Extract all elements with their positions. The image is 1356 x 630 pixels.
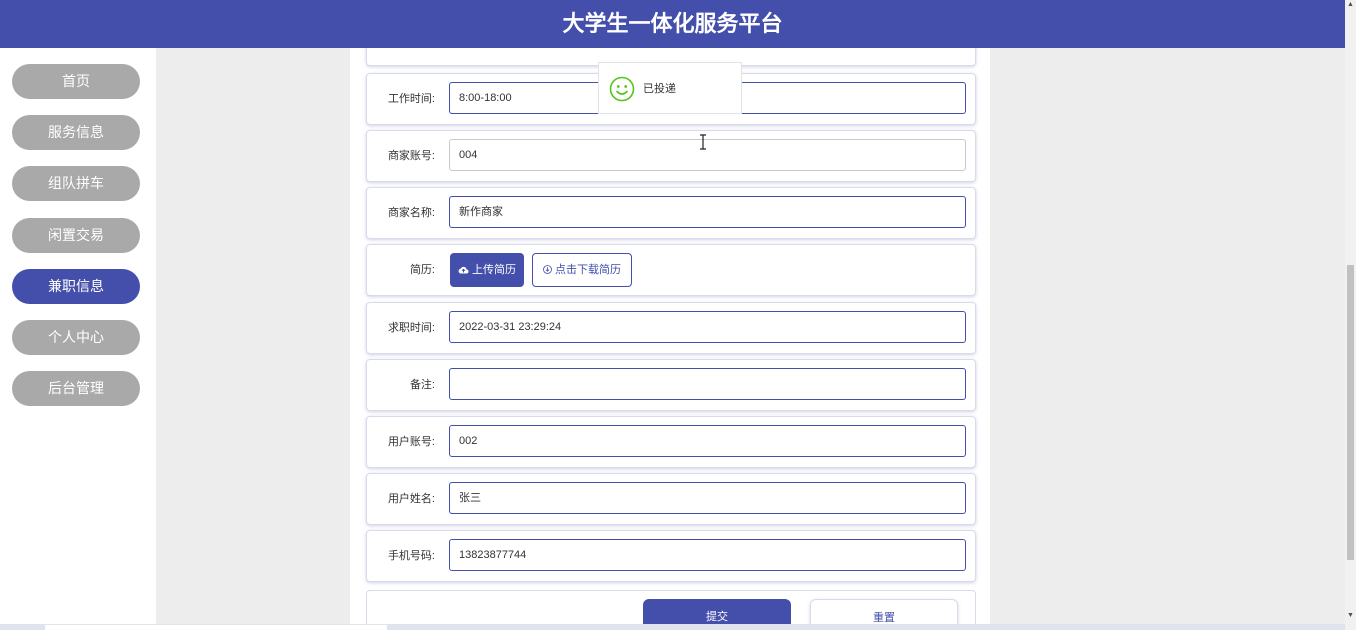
user-name-label: 用户姓名:	[387, 493, 435, 505]
smiley-icon	[609, 76, 635, 102]
upload-resume-label: 上传简历	[472, 264, 517, 276]
user-account-field[interactable]: 002	[449, 425, 966, 457]
download-resume-button[interactable]: 点击下载简历	[532, 253, 632, 287]
page-header: 大学生一体化服务平台	[0, 0, 1345, 48]
sidebar-item-personal-center[interactable]: 个人中心	[12, 320, 140, 355]
sidebar: 首页 服务信息 组队拼车 闲置交易 兼职信息 个人中心 后台管理	[0, 48, 156, 630]
scroll-up-icon[interactable]: ▲	[1347, 1, 1354, 9]
phone-label: 手机号码:	[387, 550, 435, 562]
text-cursor-icon	[700, 134, 706, 150]
sidebar-item-home[interactable]: 首页	[12, 64, 140, 99]
merchant-account-label: 商家账号:	[387, 150, 435, 162]
main-content: 工作时间: 8:00-18:00 商家账号: 004 商家名称: 新作商家 简历…	[156, 16, 1345, 630]
scrollbar-thumb[interactable]	[1347, 265, 1354, 560]
sidebar-item-service-info[interactable]: 服务信息	[12, 115, 140, 150]
merchant-name-label: 商家名称:	[387, 207, 435, 219]
merchant-name-field[interactable]: 新作商家	[449, 196, 966, 228]
download-resume-label: 点击下载简历	[555, 264, 622, 276]
form-row-user-name: 用户姓名: 张三	[366, 473, 976, 525]
user-name-field[interactable]: 张三	[449, 482, 966, 514]
cloud-upload-icon	[458, 266, 469, 274]
vertical-scrollbar[interactable]: ▲ ▼	[1345, 0, 1356, 630]
sidebar-item-secondhand[interactable]: 闲置交易	[12, 218, 140, 253]
horizontal-scrollbar[interactable]	[0, 624, 1345, 630]
form-row-remark: 备注:	[366, 359, 976, 411]
work-time-label: 工作时间:	[387, 93, 435, 105]
apply-time-label: 求职时间:	[387, 322, 435, 334]
upload-resume-button[interactable]: 上传简历	[450, 253, 524, 287]
horizontal-scrollbar-thumb[interactable]	[45, 625, 387, 630]
form-row-merchant-name: 商家名称: 新作商家	[366, 187, 976, 239]
remark-label: 备注:	[409, 379, 435, 391]
phone-field[interactable]: 13823877744	[449, 539, 966, 571]
form-row-phone: 手机号码: 13823877744	[366, 530, 976, 582]
form-row-resume: 简历: 上传简历 点击下载简历	[366, 244, 976, 296]
sidebar-item-admin[interactable]: 后台管理	[12, 371, 140, 406]
form-row-user-account: 用户账号: 002	[366, 416, 976, 468]
remark-field[interactable]	[449, 368, 966, 400]
form-row-merchant-account: 商家账号: 004	[366, 130, 976, 182]
user-account-label: 用户账号:	[387, 436, 435, 448]
form-row-apply-time: 求职时间: 2022-03-31 23:29:24	[366, 302, 976, 354]
sidebar-item-parttime[interactable]: 兼职信息	[12, 269, 140, 304]
scroll-down-icon[interactable]: ▼	[1347, 612, 1354, 620]
toast-message: 已投递	[643, 83, 676, 95]
resume-label: 简历:	[409, 264, 435, 276]
page-title: 大学生一体化服务平台	[562, 11, 783, 36]
sidebar-item-carpool[interactable]: 组队拼车	[12, 166, 140, 201]
apply-time-field[interactable]: 2022-03-31 23:29:24	[449, 311, 966, 343]
success-toast: 已投递	[598, 62, 742, 114]
download-icon	[543, 265, 552, 274]
